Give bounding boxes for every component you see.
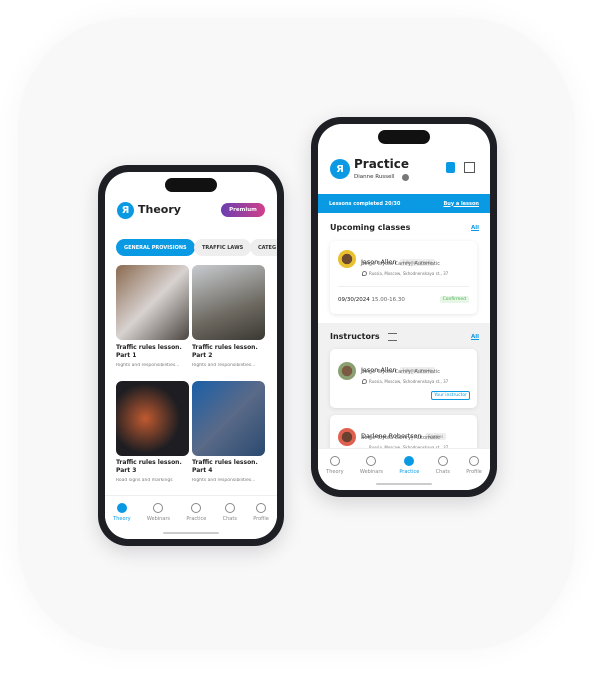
- lesson-image[interactable]: [116, 381, 189, 456]
- lesson-image[interactable]: [192, 381, 265, 456]
- nav-label: Chats: [435, 469, 450, 475]
- list-view-icon[interactable]: [446, 162, 455, 173]
- notch: [165, 178, 217, 192]
- nav-chats[interactable]: Chats: [223, 503, 237, 539]
- lesson-subtitle: Rights and responsibilities...: [192, 363, 256, 368]
- all-link[interactable]: All: [471, 334, 479, 340]
- progress-banner: Lessons completed 20/30 Buy a lesson: [318, 194, 490, 213]
- filter-icon[interactable]: [388, 333, 397, 341]
- your-instructor-badge: Your instructor: [431, 391, 470, 400]
- user-name: Dianne Russell: [354, 174, 395, 180]
- avatar: [338, 362, 356, 380]
- tab-categories[interactable]: CATEG: [250, 239, 277, 256]
- map-icon[interactable]: [464, 162, 475, 173]
- nav-theory[interactable]: Theory: [113, 503, 131, 539]
- buy-lesson-link[interactable]: Buy a lesson: [443, 201, 479, 207]
- phone-practice: Я Practice Dianne Russell Lessons comple…: [311, 117, 497, 497]
- lesson-title[interactable]: Traffic rules lesson. Part 2: [192, 344, 267, 360]
- class-time: 15.00-16.30: [371, 297, 405, 303]
- avatar: [338, 428, 356, 446]
- status-badge: Confirmed: [439, 296, 469, 303]
- phone-theory: Я Theory Premium GENERAL PROVISIONS TRAF…: [98, 165, 284, 546]
- nav-label: Webinars: [359, 469, 384, 475]
- lesson-title[interactable]: Traffic rules lesson. Part 3: [116, 459, 191, 475]
- graduation-cap-icon: [116, 503, 127, 513]
- nav-profile[interactable]: Profile: [466, 456, 482, 490]
- nav-label: Profile: [253, 516, 269, 522]
- lesson-title[interactable]: Traffic rules lesson. Part 1: [116, 344, 191, 360]
- user-icon: [256, 503, 267, 513]
- lessons-completed: Lessons completed 20/30: [329, 200, 401, 207]
- address: Russia, Moscow, Skhodnenskaya st., 37: [369, 271, 449, 276]
- instructor-card[interactable]: Jason Allen I do not smoke Beige Toyota C…: [330, 349, 477, 408]
- play-icon: [153, 503, 164, 513]
- lesson-title[interactable]: Traffic rules lesson. Part 4: [192, 459, 267, 475]
- address: Russia, Moscow, Skhodnenskaya st., 37: [369, 379, 449, 384]
- chat-icon: [437, 456, 448, 466]
- all-link[interactable]: All: [471, 225, 479, 231]
- nav-label: Theory: [326, 469, 344, 475]
- user-icon: [469, 456, 480, 466]
- nav-chats[interactable]: Chats: [436, 456, 450, 490]
- car-icon: [404, 456, 415, 466]
- car-icon: [191, 503, 202, 513]
- premium-button[interactable]: Premium: [221, 203, 265, 217]
- nav-label: Practice: [186, 516, 207, 522]
- lesson-subtitle: Road signs and markings: [116, 478, 173, 483]
- car-info: Beige Toyota Camry| Automatic: [361, 435, 440, 441]
- lesson-image[interactable]: [192, 265, 265, 340]
- car-info: Beige Toyota Camry| Automatic: [361, 369, 440, 375]
- graduation-cap-icon: [329, 456, 340, 466]
- location-icon: [362, 379, 367, 384]
- section-title: Upcoming classes: [330, 223, 411, 232]
- nav-label: Chats: [222, 516, 237, 522]
- lesson-image[interactable]: [116, 265, 189, 340]
- verified-icon: [402, 174, 409, 181]
- nav-profile[interactable]: Profile: [253, 503, 269, 539]
- app-logo: Я: [330, 159, 350, 179]
- lesson-subtitle: Rights and responsibilities...: [116, 363, 180, 368]
- tab-general-provisions[interactable]: GENERAL PROVISIONS: [116, 239, 195, 256]
- page-title: Practice: [354, 157, 410, 171]
- avatar: [338, 250, 356, 268]
- home-indicator: [376, 483, 432, 485]
- class-card[interactable]: Jason Allen I do not smoke Beige Toyota C…: [330, 241, 477, 314]
- class-date: 09/30/2024: [338, 297, 370, 303]
- lesson-subtitle: Rights and responsibilities...: [192, 478, 256, 483]
- nav-label: Practice: [399, 469, 420, 475]
- section-title: Instructors: [330, 332, 380, 341]
- nav-label: Webinars: [146, 516, 171, 522]
- notch: [378, 130, 430, 144]
- nav-theory[interactable]: Theory: [326, 456, 344, 490]
- chat-icon: [224, 503, 235, 513]
- tab-traffic-laws[interactable]: TRAFFIC LAWS: [194, 239, 252, 256]
- play-icon: [366, 456, 377, 466]
- app-logo: Я: [117, 202, 134, 219]
- nav-label: Profile: [466, 469, 482, 475]
- car-info: Beige Toyota Camry| Automatic: [361, 261, 440, 267]
- nav-label: Theory: [113, 516, 131, 522]
- page-title: Theory: [138, 203, 181, 216]
- location-icon: [362, 271, 367, 276]
- home-indicator: [163, 532, 219, 534]
